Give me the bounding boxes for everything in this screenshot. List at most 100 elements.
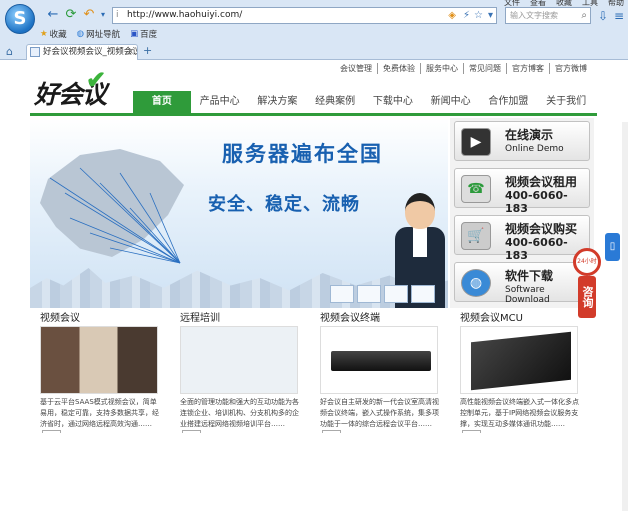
page-scrollbar[interactable] (622, 122, 628, 511)
thumb-2[interactable] (357, 285, 381, 303)
link-service-center[interactable]: 服务中心 (421, 63, 464, 74)
nav-partner[interactable]: 合作加盟 (480, 91, 538, 114)
more-button[interactable]: more (182, 430, 201, 433)
menu-help[interactable]: 帮助 (608, 0, 624, 8)
address-dropdown-icon[interactable]: ▾ (488, 9, 493, 22)
menu-icon[interactable]: ≡ (614, 9, 624, 23)
globe-icon: ◍ (76, 29, 85, 39)
banner-subtitle: 安全、稳定、流畅 (208, 194, 360, 215)
top-links: 会议管理 免费体验 服务中心 常见问题 官方博客 官方微博 (335, 63, 592, 74)
site-logo[interactable]: 好会议 ✔ (34, 65, 107, 111)
mobile-phone-icon[interactable]: ▯ (605, 233, 620, 261)
address-text[interactable]: http://www.haohuiyi.com/ (127, 10, 242, 20)
menu-favorites[interactable]: 收藏 (556, 0, 572, 8)
feature-columns: 视频会议 基于云平台SAAS模式视频会议，简单易用，稳定可靠，支持多数据共享，经… (40, 309, 590, 449)
back-icon[interactable]: ← (46, 8, 60, 22)
link-faq[interactable]: 常见问题 (464, 63, 507, 74)
shield-icon[interactable]: ◈ (448, 9, 456, 22)
download-button[interactable]: ◍ 软件下载 Software Download (454, 262, 590, 305)
cart-icon: 🛒 (461, 222, 491, 250)
dropdown-icon[interactable]: ▾ (96, 8, 110, 22)
link-weibo[interactable]: 官方微博 (550, 63, 592, 74)
undo-icon[interactable]: ↶ (82, 8, 96, 22)
training-photo-image[interactable] (180, 326, 298, 394)
tab-bar: ⌂ 好会议视频会议_视频会议 × + (0, 43, 628, 60)
thumb-4[interactable] (411, 285, 435, 303)
menu-file[interactable]: 文件 (504, 0, 520, 8)
fav-item-nav[interactable]: ◍ 网址导航 (77, 28, 120, 40)
refresh-icon[interactable]: ⟳ (64, 8, 78, 22)
download-icon[interactable]: ⇩ (598, 9, 608, 23)
checkmark-icon: ✔ (86, 65, 106, 94)
more-button[interactable]: more (42, 430, 61, 433)
favorites-bar: ★ 收藏 ◍ 网址导航 ▣ 百度 (40, 27, 157, 41)
nav-solutions[interactable]: 解决方案 (249, 91, 307, 114)
col-text: 全面的管理功能和强大的互动功能为各连锁企业、培训机构、分支机构多的企业搭建远程网… (180, 397, 300, 433)
thumb-3[interactable] (384, 285, 408, 303)
meeting-photo-image[interactable] (40, 326, 158, 394)
banner-thumbnails (330, 285, 435, 303)
page-favicon-icon (30, 47, 40, 57)
fav-item-baidu[interactable]: ▣ 百度 (130, 28, 157, 40)
buy-title: 视频会议购买 (505, 222, 578, 236)
more-button[interactable]: more (462, 430, 481, 433)
link-meeting-manage[interactable]: 会议管理 (335, 63, 378, 74)
thumb-1[interactable] (330, 285, 354, 303)
close-tab-icon[interactable]: × (127, 45, 134, 60)
paw-icon: ▣ (130, 29, 139, 39)
star-icon: ★ (40, 29, 48, 39)
col-heading[interactable]: 视频会议MCU (460, 309, 580, 324)
address-bar[interactable]: ⅰ http://www.haohuiyi.com/ ◈ ⚡ ☆ ▾ (112, 7, 497, 24)
tab-active[interactable]: 好会议视频会议_视频会议 × (26, 44, 138, 60)
new-tab-button[interactable]: + (143, 44, 152, 57)
col-heading[interactable]: 视频会议终端 (320, 309, 440, 324)
col-heading[interactable]: 远程培训 (180, 309, 300, 324)
banner[interactable]: 服务器遍布全国 安全、稳定、流畅 (30, 118, 448, 308)
nav-news[interactable]: 新闻中心 (422, 91, 480, 114)
home-icon[interactable]: ⌂ (6, 45, 13, 58)
play-icon: ▶ (461, 128, 491, 156)
menu-tools[interactable]: 工具 (582, 0, 598, 8)
search-icon[interactable]: ⌕ (581, 8, 587, 23)
menu-view[interactable]: 查看 (530, 0, 546, 8)
network-lines-graphic (49, 167, 181, 264)
nav-home[interactable]: 首页 (133, 91, 191, 114)
online-demo-sub: Online Demo (505, 144, 564, 154)
col-heading[interactable]: 视频会议 (40, 309, 160, 324)
search-placeholder: 输入文字搜索 (510, 11, 558, 20)
col-remote-training: 远程培训 全面的管理功能和强大的互动功能为各连锁企业、培训机构、分支机构多的企业… (180, 309, 300, 433)
col-text: 基于云平台SAAS模式视频会议，简单易用，稳定可靠，支持多数据共享，经济省时，通… (40, 397, 160, 433)
consult-widget[interactable]: 24小时 咨询 (572, 248, 602, 318)
online-demo-button[interactable]: ▶ 在线演示 Online Demo (454, 121, 590, 161)
mcu-device-image[interactable] (460, 326, 578, 394)
page-icon: ⅰ (116, 10, 119, 20)
link-blog[interactable]: 官方博客 (507, 63, 550, 74)
col-text: 好会议自主研发的新一代会议室高清视频会议终端，嵌入式操作系统，集多项功能于一体的… (320, 397, 440, 433)
col-text: 高性能视频会议终端嵌入式一体化多点控制单元，基于IP网络视频会议服务支撑，实现互… (460, 397, 580, 433)
more-button[interactable]: more (322, 430, 341, 433)
rent-phone: 400-6060-183 (505, 189, 568, 215)
browser-logo-icon[interactable]: S (5, 4, 35, 34)
nav-about[interactable]: 关于我们 (537, 91, 595, 114)
search-input[interactable]: 输入文字搜索 ⌕ (505, 7, 591, 24)
fav-item-collect[interactable]: ★ 收藏 (40, 28, 67, 40)
browser-menu: 文件 查看 收藏 工具 帮助 (504, 0, 624, 8)
star-icon[interactable]: ☆ (474, 9, 483, 22)
nav-cases[interactable]: 经典案例 (306, 91, 364, 114)
online-demo-title: 在线演示 (505, 128, 554, 142)
rent-button[interactable]: ☎ 视频会议租用 400-6060-183 (454, 168, 590, 215)
website: 会议管理 免费体验 服务中心 常见问题 官方博客 官方微博 好会议 ✔ 首页 产品… (0, 61, 628, 511)
banner-title: 服务器遍布全国 (222, 142, 383, 166)
globe-icon: ◍ (461, 269, 491, 297)
main-nav: 首页 产品中心 解决方案 经典案例 下载中心 新闻中心 合作加盟 关于我们 (133, 91, 595, 114)
buy-button[interactable]: 🛒 视频会议购买 400-6060-183 (454, 215, 590, 262)
tab-title: 好会议视频会议_视频会议 (43, 47, 138, 57)
lightning-icon[interactable]: ⚡ (463, 9, 470, 22)
link-free-trial[interactable]: 免费体验 (378, 63, 421, 74)
col-mcu: 视频会议MCU 高性能视频会议终端嵌入式一体化多点控制单元，基于IP网络视频会议… (460, 309, 580, 433)
browser-chrome: S ← ⟳ ↶ ▾ ⅰ http://www.haohuiyi.com/ ◈ ⚡… (0, 0, 628, 60)
nav-download[interactable]: 下载中心 (364, 91, 422, 114)
terminal-device-image[interactable] (320, 326, 438, 394)
nav-underline (30, 113, 597, 116)
nav-products[interactable]: 产品中心 (191, 91, 249, 114)
